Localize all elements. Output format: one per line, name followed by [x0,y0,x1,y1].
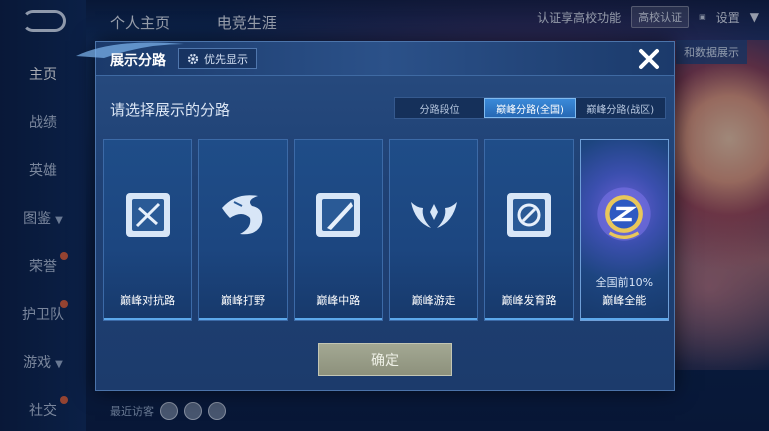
close-icon[interactable] [636,46,662,72]
segment-peak-national[interactable]: 巅峰分路(全国) [484,98,576,118]
wings-icon [410,202,457,228]
lane-card-label: 巅峰中路 [316,294,361,307]
priority-display-button[interactable]: 优先显示 [178,48,257,69]
staff-icon [316,193,361,237]
target-icon [506,193,551,237]
lane-card-label: 巅峰发育路 [501,294,557,307]
rank-percentile: 全国前10% [595,276,654,289]
gear-icon [187,53,199,64]
segment-peak-region[interactable]: 巅峰分路(战区) [576,98,665,118]
lane-card-label: 巅峰游走 [411,294,456,307]
lane-card-label: 巅峰全能 [602,294,647,307]
lane-card-label: 巅峰对抗路 [120,294,176,307]
allround-badge-icon [597,187,651,241]
lane-card-clash[interactable]: 巅峰对抗路 [103,139,193,321]
lane-card-farm[interactable]: 巅峰发育路 [484,139,574,321]
lane-card-jungle[interactable]: 巅峰打野 [198,139,288,321]
dialog-prompt: 请选择展示的分路 [110,101,231,119]
sword-icon [125,193,170,237]
lane-card-roam[interactable]: 巅峰游走 [388,139,479,321]
lane-card-allround[interactable]: 全国前10% 巅峰全能 [579,139,669,321]
lane-display-dialog: 展示分路 优先显示 请选择展示的分路 分路段位 巅峰分路(全国) 巅峰分路(战区… [76,41,675,391]
segment-lane-rank[interactable]: 分路段位 [395,98,484,118]
priority-display-label: 优先显示 [204,52,248,66]
lane-card-list: 巅峰对抗路 巅峰打野 巅峰中路 巅峰游走 巅峰发育路 全国前10% 巅峰全能 [103,139,669,321]
dialog-title: 展示分路 [110,53,166,69]
lane-card-label: 巅峰打野 [220,294,265,307]
lane-card-mid[interactable]: 巅峰中路 [293,139,383,321]
dragon-icon [221,195,263,235]
confirm-button[interactable]: 确定 [318,343,452,376]
lane-scope-selector: 分路段位 巅峰分路(全国) 巅峰分路(战区) [394,97,666,119]
